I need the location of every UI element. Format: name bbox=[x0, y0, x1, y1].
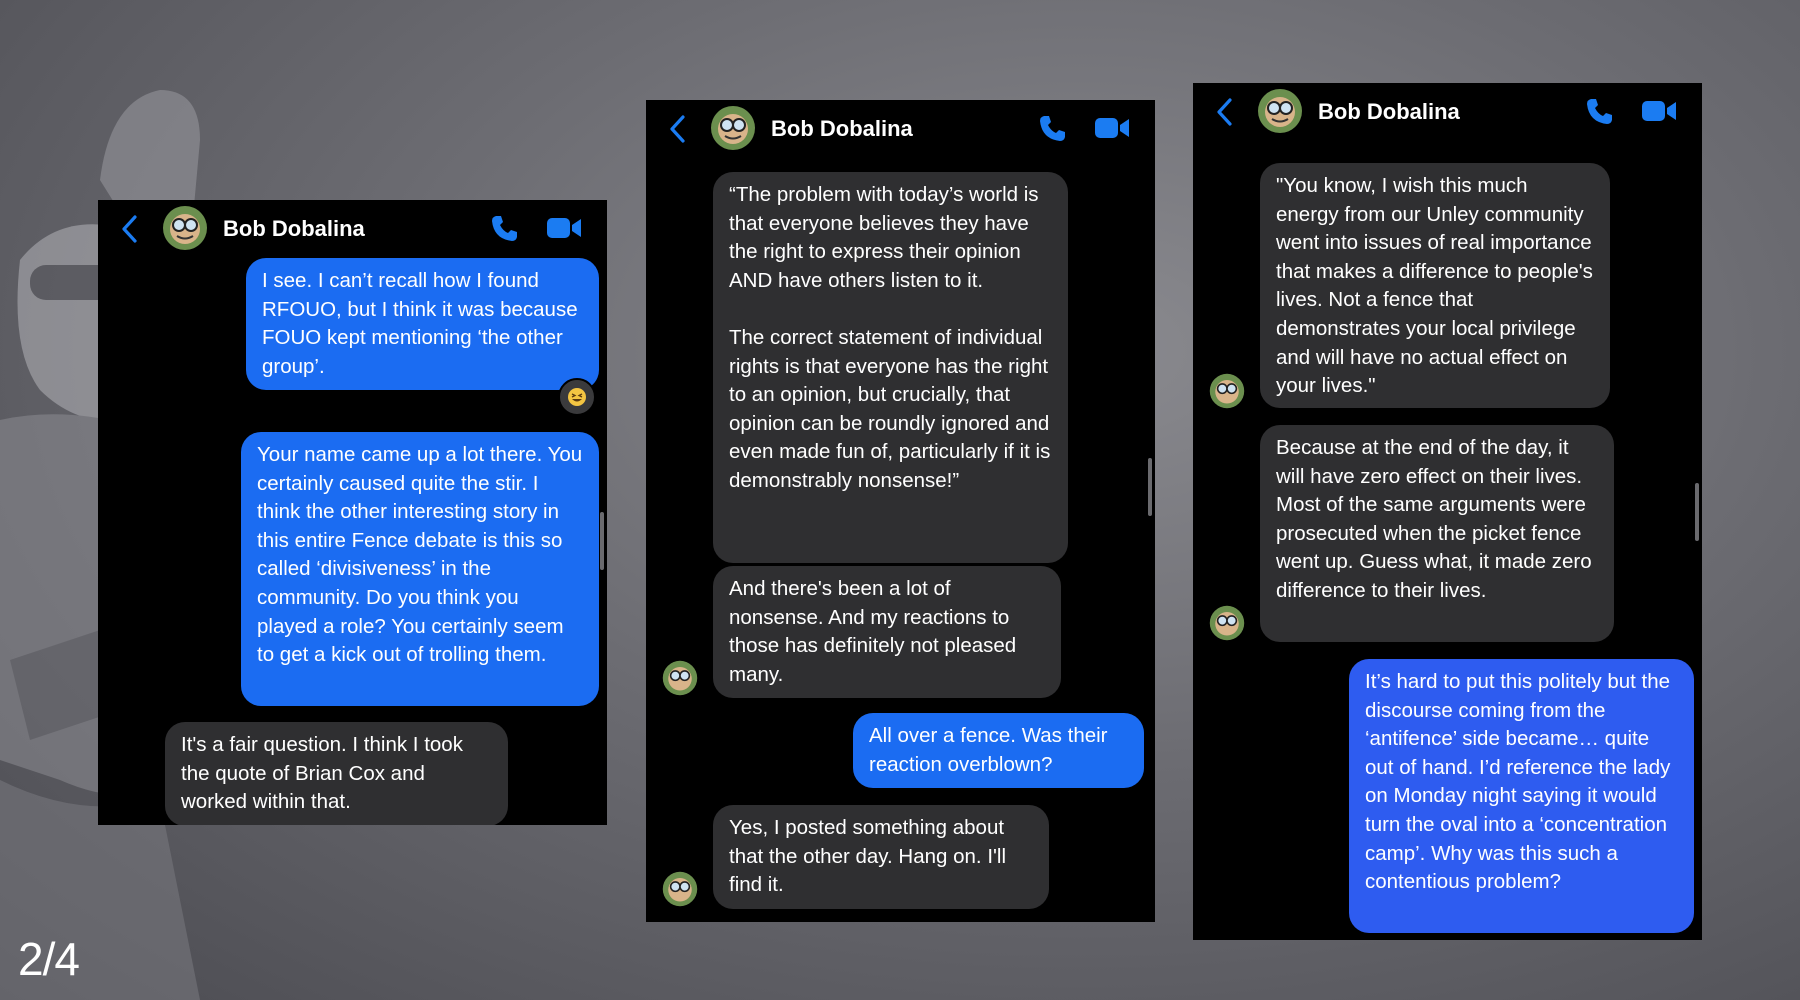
page-indicator: 2/4 bbox=[18, 933, 80, 985]
contact-name[interactable]: Bob Dobalina bbox=[1318, 99, 1460, 125]
message-outgoing: Your name came up a lot there. You certa… bbox=[241, 432, 599, 706]
message-outgoing: It’s hard to put this politely but the d… bbox=[1349, 659, 1694, 933]
chat-header: Bob Dobalina bbox=[1193, 83, 1702, 141]
avatar[interactable] bbox=[1209, 373, 1245, 409]
video-camera-icon[interactable] bbox=[546, 215, 582, 241]
message-incoming: Because at the end of the day, it will h… bbox=[1260, 425, 1614, 642]
scrollbar[interactable] bbox=[600, 512, 604, 570]
avatar[interactable] bbox=[710, 105, 756, 151]
video-camera-icon[interactable] bbox=[1641, 98, 1677, 124]
chevron-left-icon[interactable] bbox=[668, 114, 686, 144]
avatar[interactable] bbox=[662, 871, 698, 907]
message-incoming: It's a fair question. I think I took the… bbox=[165, 722, 508, 825]
chevron-left-icon[interactable] bbox=[1215, 97, 1233, 127]
phone-icon[interactable] bbox=[1585, 96, 1615, 126]
chat-screenshot-3: Bob Dobalina "You know, I wish this much… bbox=[1193, 83, 1702, 940]
message-incoming: Yes, I posted something about that the o… bbox=[713, 805, 1049, 909]
chat-screenshot-1: Bob Dobalina I see. I can’t recall how I… bbox=[98, 200, 607, 825]
avatar[interactable] bbox=[662, 660, 698, 696]
contact-name[interactable]: Bob Dobalina bbox=[223, 216, 365, 242]
chat-header: Bob Dobalina bbox=[98, 200, 607, 258]
scrollbar[interactable] bbox=[1148, 458, 1152, 516]
avatar[interactable] bbox=[1257, 88, 1303, 134]
phone-icon[interactable] bbox=[490, 213, 520, 243]
chat-header: Bob Dobalina bbox=[646, 100, 1155, 158]
message-outgoing: All over a fence. Was their reaction ove… bbox=[853, 713, 1144, 788]
message-incoming: "You know, I wish this much energy from … bbox=[1260, 163, 1610, 408]
message-incoming: “The problem with today’s world is that … bbox=[713, 172, 1068, 563]
message-incoming: And there's been a lot of nonsense. And … bbox=[713, 566, 1061, 698]
message-paragraph: The correct statement of individual righ… bbox=[729, 325, 1051, 492]
contact-name[interactable]: Bob Dobalina bbox=[771, 116, 913, 142]
avatar[interactable] bbox=[162, 205, 208, 251]
chat-screenshot-2: Bob Dobalina “The problem with today’s w… bbox=[646, 100, 1155, 922]
message-outgoing: I see. I can’t recall how I found RFOUO,… bbox=[246, 258, 599, 390]
video-camera-icon[interactable] bbox=[1094, 115, 1130, 141]
reaction-badge[interactable] bbox=[558, 378, 596, 416]
grinning-squint-emoji-icon bbox=[568, 388, 586, 406]
phone-icon[interactable] bbox=[1038, 113, 1068, 143]
message-paragraph: “The problem with today’s world is that … bbox=[729, 183, 1039, 292]
scrollbar[interactable] bbox=[1695, 483, 1699, 541]
avatar[interactable] bbox=[1209, 605, 1245, 641]
chevron-left-icon[interactable] bbox=[120, 214, 138, 244]
